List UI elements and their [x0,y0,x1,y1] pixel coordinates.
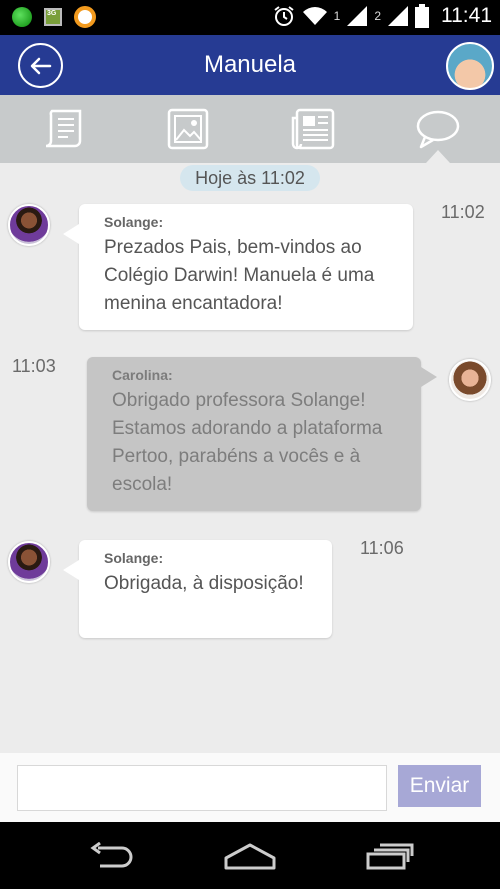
avatar [8,204,50,246]
message-sender: Carolina: [112,367,173,383]
sim1-label: 1 [333,9,341,23]
green-dot-icon [12,7,32,27]
nav-recents-button[interactable] [360,838,420,874]
alarm-icon [274,6,294,26]
newspaper-icon [291,108,334,150]
message-text: Obrigado professora Solange! Estamos ado… [112,390,383,495]
message-bubble: Solange: Obrigada, à disposição! [63,540,332,638]
3g-image-icon: 3G [44,8,62,26]
app-badge-label: 3G [47,10,57,17]
signal-icon [347,6,368,26]
send-button[interactable]: Enviar [398,765,481,807]
page-title: Manuela [203,51,297,78]
message-text: Obrigada, à disposição! [104,573,304,594]
message-time: 11:06 [360,538,404,558]
nav-back-button[interactable] [80,838,140,874]
battery-icon [415,4,429,28]
avatar [8,541,50,583]
tab-news[interactable] [250,95,375,163]
home-icon [224,843,276,870]
image-icon [167,108,208,150]
signal-icon [388,6,408,26]
tab-bar [0,95,500,163]
message-input[interactable] [17,765,387,811]
chat-area[interactable]: Hoje às 11:02 Solange: Prezados Pais, be… [0,163,500,753]
speech-bubble-icon [416,110,459,149]
scroll-icon [45,109,81,148]
message-time: 11:02 [441,202,485,222]
date-separator: Hoje às 11:02 [180,165,320,191]
message-text: Prezados Pais, bem-vindos ao Colégio Dar… [104,237,375,314]
nav-home-button[interactable] [220,838,280,874]
contact-avatar[interactable] [446,42,494,90]
system-nav-bar [0,822,500,889]
status-bar: 3G 1 2 11:41 [0,0,500,35]
active-tab-pointer [426,150,450,163]
app-header: Manuela [0,35,500,95]
message-sender: Solange: [104,214,164,230]
recents-icon [366,843,414,870]
message-bubble: Solange: Prezados Pais, bem-vindos ao Co… [63,204,413,330]
wifi-icon [302,7,327,25]
back-icon [90,842,133,868]
tab-photos[interactable] [125,95,250,163]
message-sender: Solange: [104,550,164,566]
tab-documents[interactable] [0,95,125,163]
status-time: 11:41 [441,4,492,27]
sim2-label: 2 [374,9,381,23]
composer-bar: Enviar [0,753,500,822]
message-time: 11:03 [12,356,56,376]
message-bubble: Carolina: Obrigado professora Solange! E… [87,357,437,511]
orange-ring-icon [74,6,96,28]
avatar [449,359,491,401]
